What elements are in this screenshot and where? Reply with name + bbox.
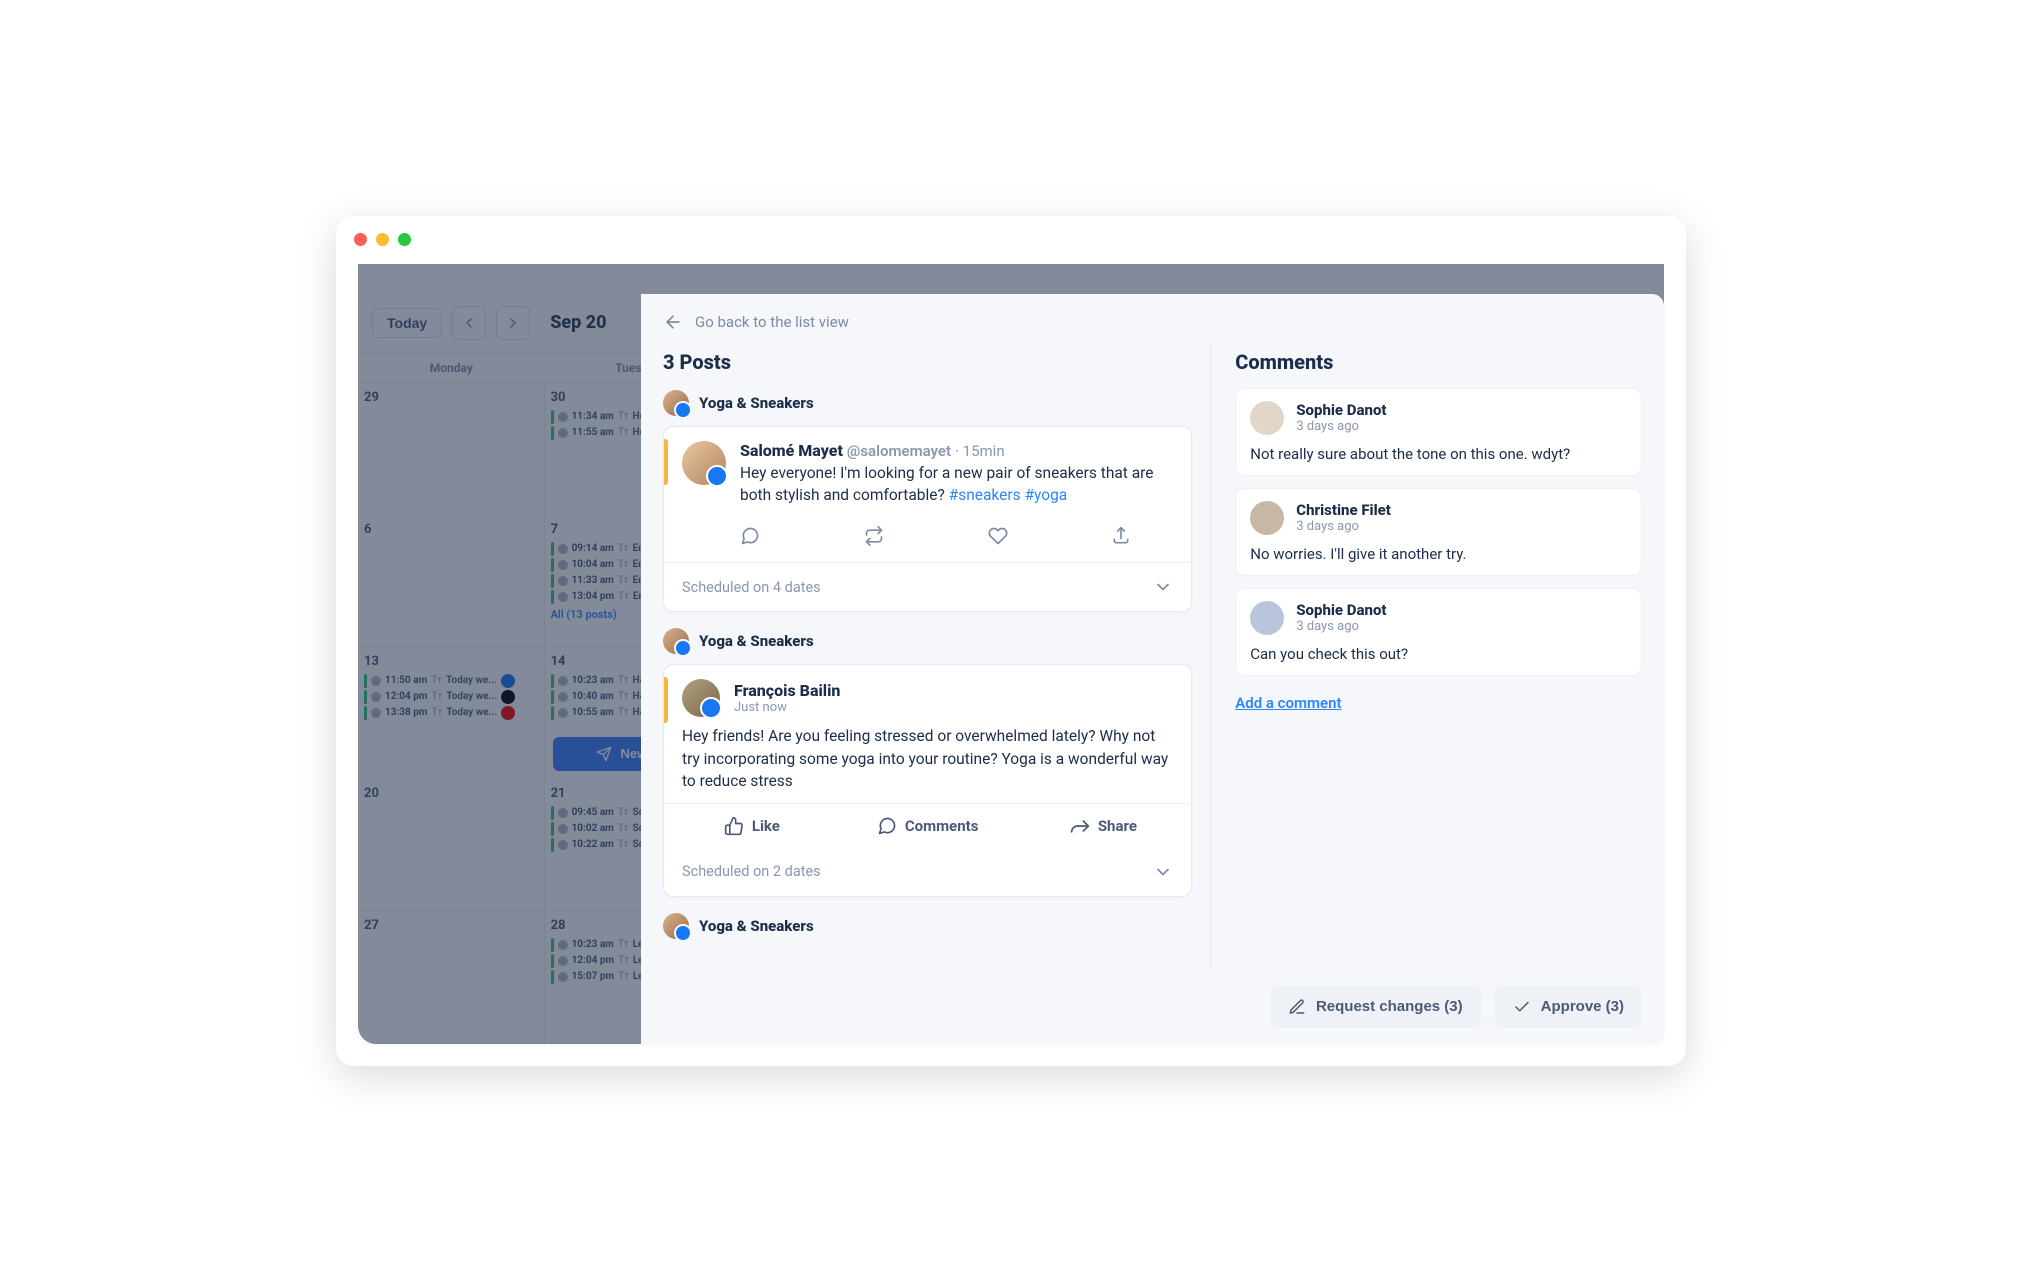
comment-text: Not really sure about the tone on this o…: [1250, 445, 1627, 463]
brand-name: Yoga & Sneakers: [699, 917, 814, 935]
comment-author: Sophie Danot: [1296, 401, 1386, 419]
comment-author: Sophie Danot: [1296, 601, 1386, 619]
comment-card: Sophie Danot 3 days ago Can you check th…: [1235, 588, 1642, 676]
brand-name: Yoga & Sneakers: [699, 394, 814, 412]
brand-avatar: [663, 913, 689, 939]
comment-time: 3 days ago: [1296, 519, 1391, 534]
scheduled-label: Scheduled on 2 dates: [682, 863, 821, 880]
comment-text: No worries. I'll give it another try.: [1250, 545, 1627, 563]
comment-author: Christine Filet: [1296, 501, 1391, 519]
author-avatar: [682, 441, 726, 485]
post-handle: @salomemayet: [847, 442, 951, 460]
retweet-button[interactable]: [864, 526, 884, 550]
add-comment-link[interactable]: Add a comment: [1235, 694, 1341, 712]
window-minimize-button[interactable]: [376, 233, 389, 246]
window-titlebar: [336, 216, 1686, 264]
panel-footer: Request changes (3) Approve (3): [641, 970, 1664, 1044]
comment-avatar: [1250, 501, 1284, 535]
comment-time: 3 days ago: [1296, 419, 1386, 434]
request-changes-button[interactable]: Request changes (3): [1270, 986, 1481, 1028]
post-time: Just now: [734, 700, 840, 715]
post-time: 15min: [963, 442, 1005, 460]
window-zoom-button[interactable]: [398, 233, 411, 246]
reply-button[interactable]: [740, 526, 760, 550]
app-window: Today Sep 20 GMT Monday Tuesday Wednesda…: [336, 216, 1686, 1066]
comments-button[interactable]: Comments: [840, 804, 1016, 848]
comment-avatar: [1250, 401, 1284, 435]
post-card: Salomé Mayet @salomemayet · 15min Hey ev…: [663, 426, 1192, 613]
approve-button[interactable]: Approve (3): [1495, 986, 1642, 1028]
app-content: Today Sep 20 GMT Monday Tuesday Wednesda…: [336, 264, 1686, 1066]
author-avatar: [682, 679, 720, 717]
post-separator: ·: [955, 442, 963, 460]
share-icon: [1070, 816, 1090, 836]
post-card: François Bailin Just now Hey friends! Ar…: [663, 664, 1192, 896]
window-close-button[interactable]: [354, 233, 367, 246]
post-actions: Like Comments Share: [664, 803, 1191, 848]
brand-name: Yoga & Sneakers: [699, 632, 814, 650]
comments-column: Comments Sophie Danot 3 days ago Not rea…: [1211, 342, 1642, 970]
scheduled-label: Scheduled on 4 dates: [682, 579, 821, 596]
chevron-down-icon: [1153, 577, 1173, 597]
post-actions: [664, 522, 1191, 562]
like-button[interactable]: [988, 526, 1008, 550]
share-button[interactable]: Share: [1016, 804, 1192, 848]
post-author: François Bailin: [734, 681, 840, 700]
back-link-label: Go back to the list view: [695, 313, 849, 331]
check-icon: [1513, 998, 1531, 1016]
post-author: Salomé Mayet: [740, 441, 843, 460]
post-text: Hey friends! Are you feeling stressed or…: [664, 723, 1191, 802]
heart-icon: [988, 526, 1008, 546]
chevron-down-icon: [1153, 862, 1173, 882]
reply-icon: [740, 526, 760, 546]
comment-card: Sophie Danot 3 days ago Not really sure …: [1235, 388, 1642, 476]
brand-avatar: [663, 628, 689, 654]
hashtag[interactable]: #yoga: [1024, 486, 1067, 504]
scheduled-row[interactable]: Scheduled on 2 dates: [664, 848, 1191, 896]
comment-avatar: [1250, 601, 1284, 635]
arrow-left-icon: [663, 312, 683, 332]
review-panel: Go back to the list view 3 Posts Yoga & …: [641, 294, 1664, 1044]
brand-row: Yoga & Sneakers: [663, 628, 1192, 654]
posts-heading: 3 Posts: [663, 350, 1192, 374]
hashtag[interactable]: #sneakers: [949, 486, 1021, 504]
share-button[interactable]: [1111, 526, 1131, 550]
scheduled-row[interactable]: Scheduled on 4 dates: [664, 563, 1191, 611]
brand-avatar: [663, 390, 689, 416]
comments-heading: Comments: [1235, 350, 1642, 374]
brand-row: Yoga & Sneakers: [663, 390, 1192, 416]
comment-text: Can you check this out?: [1250, 645, 1627, 663]
comment-time: 3 days ago: [1296, 619, 1386, 634]
pencil-icon: [1288, 998, 1306, 1016]
post-text: Hey everyone! I'm looking for a new pair…: [740, 464, 1153, 504]
posts-column: 3 Posts Yoga & Sneakers Salomé Mayet @sa…: [663, 342, 1211, 970]
like-button[interactable]: Like: [664, 804, 840, 848]
comment-card: Christine Filet 3 days ago No worries. I…: [1235, 488, 1642, 576]
upload-icon: [1111, 526, 1131, 546]
comment-icon: [877, 816, 897, 836]
retweet-icon: [864, 526, 884, 546]
back-link[interactable]: Go back to the list view: [641, 294, 1664, 342]
thumbs-up-icon: [724, 816, 744, 836]
brand-row: Yoga & Sneakers: [663, 913, 1192, 939]
